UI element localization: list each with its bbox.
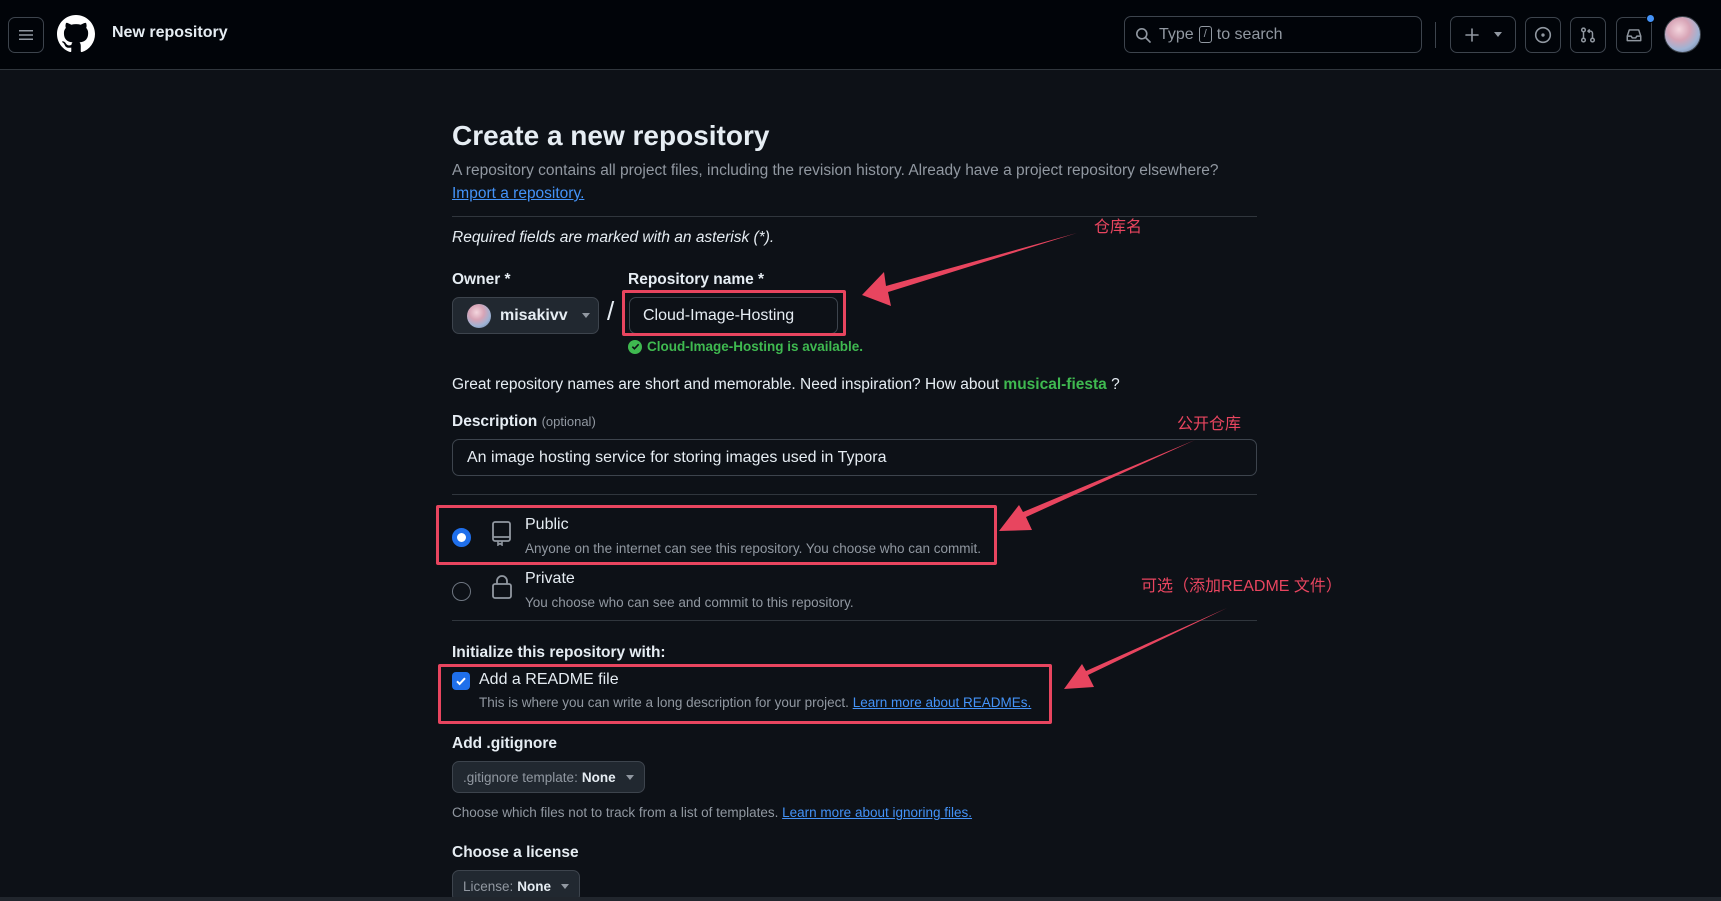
description-label-text: Description	[452, 413, 538, 430]
pull-requests-button[interactable]	[1570, 17, 1606, 53]
search-placeholder-suffix: to search	[1216, 25, 1283, 43]
create-new-button[interactable]	[1450, 16, 1516, 53]
suggestion-prefix: Great repository names are short and mem…	[452, 376, 1000, 393]
initialize-label: Initialize this repository with:	[452, 644, 666, 661]
owner-dropdown[interactable]: misakivv	[452, 297, 599, 334]
chevron-down-icon	[561, 883, 570, 889]
owner-label: Owner *	[452, 271, 511, 288]
menu-button[interactable]	[8, 17, 44, 53]
gitignore-button-value: None	[581, 769, 616, 785]
search-placeholder-prefix: Type	[1159, 25, 1194, 43]
learn-ignoring-files-link[interactable]: Learn more about ignoring files.	[782, 805, 972, 820]
plus-icon	[1465, 27, 1479, 42]
repo-name-annotation: 仓库名	[1094, 219, 1143, 236]
owner-name: misakivv	[500, 306, 568, 324]
gitignore-template-dropdown[interactable]: .gitignore template: None	[452, 761, 645, 793]
private-description: You choose who can see and commit to thi…	[525, 595, 854, 610]
search-icon	[1136, 27, 1151, 43]
private-title: Private	[525, 570, 575, 587]
description-label: Description (optional)	[452, 413, 596, 431]
gitignore-help-text: Choose which files not to track from a l…	[452, 805, 779, 820]
inbox-icon	[1626, 29, 1642, 42]
notification-indicator	[1646, 14, 1655, 23]
gitignore-button-prefix: .gitignore template:	[463, 769, 578, 785]
check-circle-icon	[628, 339, 642, 354]
import-repository-link[interactable]: Import a repository.	[452, 185, 584, 203]
public-highlight-box	[436, 505, 997, 565]
header-divider	[1435, 22, 1436, 48]
gitignore-help: Choose which files not to track from a l…	[452, 805, 972, 820]
gitignore-label: Add .gitignore	[452, 735, 558, 752]
readme-highlight-box	[438, 664, 1052, 724]
page-title: Create a new repository	[452, 120, 770, 151]
github-logo-icon[interactable]	[57, 15, 95, 53]
suggestion-suffix: ?	[1111, 376, 1120, 393]
chevron-down-icon	[1494, 32, 1502, 37]
license-label: Choose a license	[452, 844, 579, 861]
issues-button[interactable]	[1525, 17, 1561, 53]
user-avatar[interactable]	[1664, 16, 1701, 53]
repo-name-highlight-box	[622, 290, 846, 336]
page-context-title: New repository	[112, 24, 228, 41]
required-fields-note: Required fields are marked with an aster…	[452, 229, 775, 246]
readme-annotation: 可选（添加README 文件）	[1141, 578, 1342, 595]
arrow-to-repo-name	[862, 233, 1077, 306]
license-button-value: None	[517, 878, 552, 894]
owner-repo-separator: /	[607, 296, 615, 326]
page-subtitle: A repository contains all project files,…	[452, 162, 1219, 179]
public-annotation: 公开仓库	[1177, 416, 1242, 433]
suggested-name-link[interactable]: musical-fiesta	[1003, 376, 1106, 393]
chevron-down-icon	[581, 313, 590, 318]
availability-text: Cloud-Image-Hosting is available.	[647, 339, 864, 354]
issue-opened-icon	[1534, 26, 1552, 44]
optional-tag: (optional)	[541, 414, 596, 429]
owner-avatar	[467, 303, 491, 328]
global-header: New repository Type / to search	[0, 0, 1721, 70]
lock-icon	[492, 575, 512, 599]
divider	[452, 494, 1257, 495]
availability-message: Cloud-Image-Hosting is available.	[628, 339, 863, 354]
divider	[452, 620, 1257, 621]
name-suggestion: Great repository names are short and mem…	[452, 376, 1120, 394]
private-radio[interactable]	[452, 582, 471, 601]
search-shortcut-key: /	[1198, 26, 1212, 43]
search-input[interactable]: Type / to search	[1124, 16, 1422, 53]
license-button-prefix: License:	[463, 878, 514, 894]
hamburger-icon	[19, 30, 33, 40]
bottom-border	[0, 897, 1721, 901]
git-pull-request-icon	[1580, 27, 1596, 43]
inbox-button[interactable]	[1616, 17, 1652, 53]
description-input[interactable]	[452, 439, 1257, 476]
repo-name-label: Repository name *	[628, 271, 765, 288]
chevron-down-icon	[625, 774, 634, 780]
